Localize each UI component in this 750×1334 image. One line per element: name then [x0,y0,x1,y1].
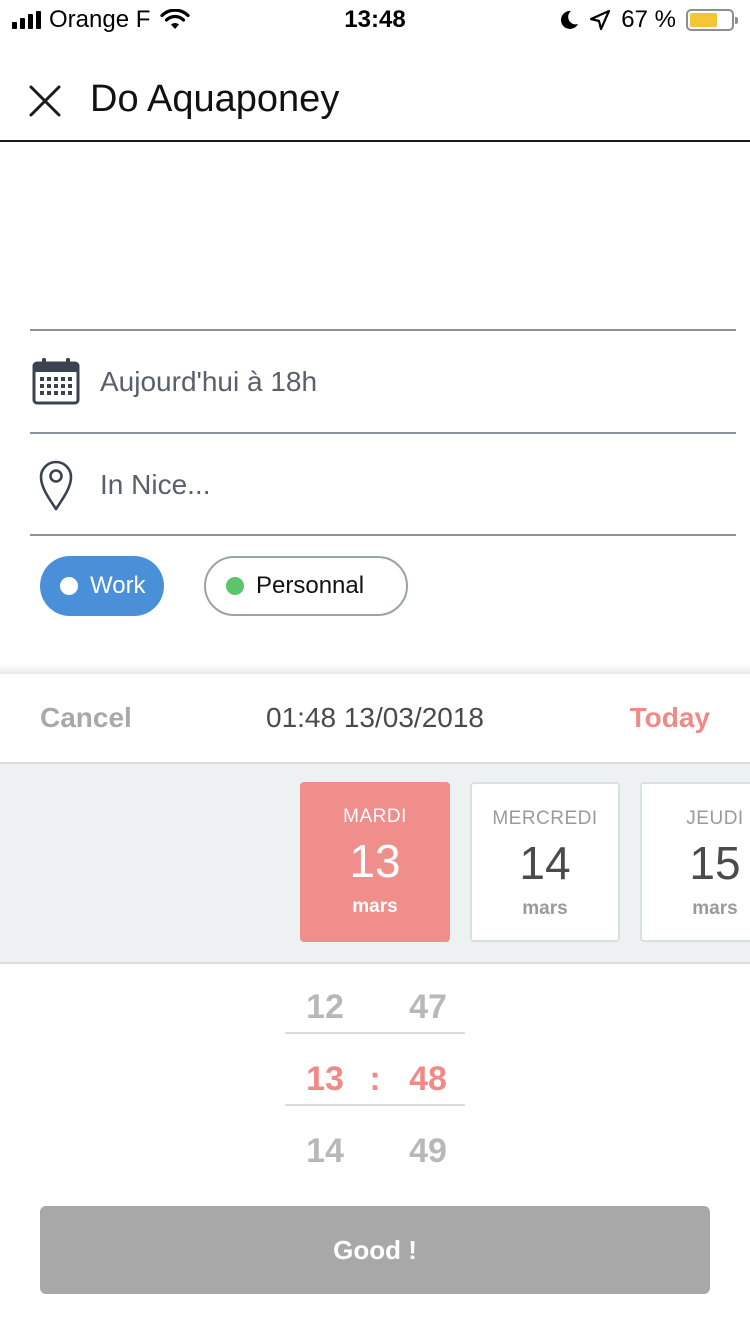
day-month: mars [522,898,568,919]
tag-label: Personnal [256,572,365,599]
status-bar: Orange F 13:48 67 % [0,0,750,40]
day-card-selected[interactable]: MARDI 13 mars [300,782,450,942]
calendar-icon [30,356,82,408]
location-row[interactable]: In Nice... [30,435,736,535]
day-month: mars [692,898,738,919]
tag-personal[interactable]: Personnal [204,556,408,616]
day-name: JEUDI [686,808,744,829]
day-number: 13 [349,835,401,887]
divider [30,534,736,536]
tag-label: Work [90,572,146,599]
minute-option[interactable]: 49 [388,1132,468,1171]
day-name: MARDI [343,806,407,827]
day-strip[interactable]: MARDI 13 mars MERCREDI 14 mars JEUDI 15 … [0,764,750,964]
tag-dot [226,577,244,595]
divider [30,432,736,434]
tag-dot [60,577,78,595]
confirm-button[interactable]: Good ! [40,1206,710,1294]
page-title: Do Aquaponey [90,78,340,120]
date-row[interactable]: Aujourd'hui à 18h [30,332,736,432]
header: Do Aquaponey [0,60,750,142]
hour-option[interactable]: 12 [285,988,365,1027]
time-separator: : [369,1060,381,1098]
hour-option[interactable]: 14 [285,1132,365,1171]
do-not-disturb-moon-icon [561,10,579,29]
minute-selected[interactable]: 48 [388,1060,468,1099]
close-icon[interactable] [28,84,62,118]
location-pin-icon [30,459,82,511]
picker-toolbar: Cancel 01:48 13/03/2018 Today [0,674,750,764]
wheel-selection-line [285,1104,465,1106]
wheel-selection-line [285,1032,465,1034]
location-arrow-icon [590,9,611,31]
battery-icon [686,9,738,31]
date-value: Aujourd'hui à 18h [100,366,318,397]
battery-level [690,13,717,27]
day-number: 14 [519,837,571,889]
tag-work[interactable]: Work [40,556,164,616]
divider [30,329,736,331]
sheet-shadow [0,664,750,674]
day-card[interactable]: MERCREDI 14 mars [470,782,620,942]
day-card[interactable]: JEUDI 15 mars [640,782,750,942]
minute-option[interactable]: 47 [388,988,468,1027]
day-name: MERCREDI [492,808,598,829]
day-number: 15 [689,837,741,889]
today-button[interactable]: Today [630,702,710,734]
status-right: 67 % [559,6,738,34]
hour-selected[interactable]: 13 [285,1060,365,1099]
day-month: mars [352,896,398,917]
battery-percentage: 67 % [621,6,676,33]
location-input[interactable]: In Nice... [100,469,210,501]
